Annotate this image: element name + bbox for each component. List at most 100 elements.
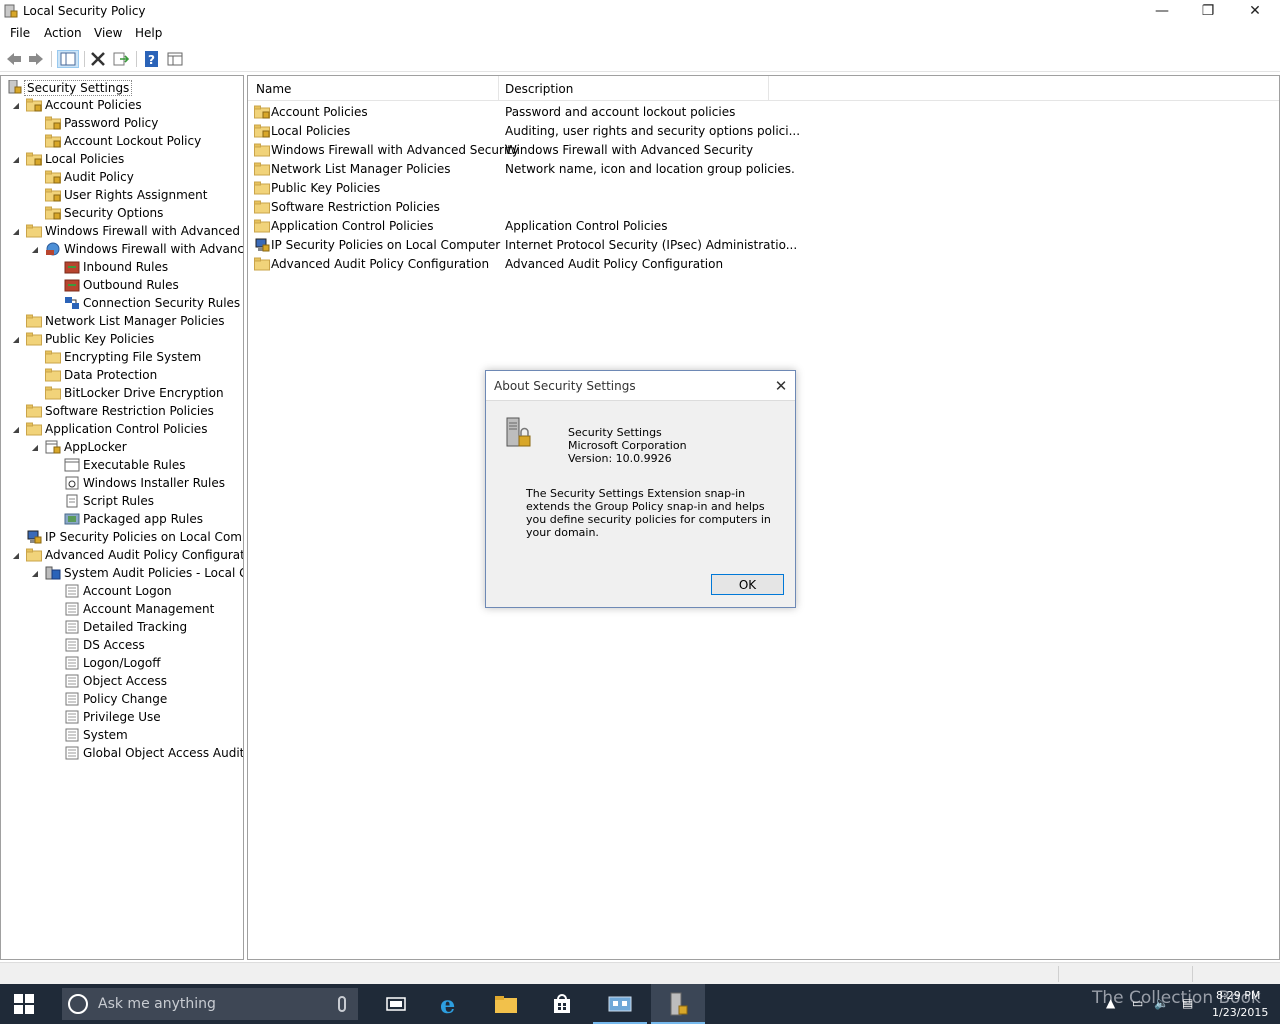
windows-logo-icon: [14, 994, 34, 1014]
tree-item[interactable]: Detailed Tracking: [1, 618, 243, 636]
internet-explorer-icon[interactable]: e: [423, 984, 477, 1024]
ok-button[interactable]: OK: [711, 574, 784, 595]
tree-item[interactable]: ◢ Advanced Audit Policy Configuration: [1, 546, 243, 564]
audit-category-icon: [64, 584, 80, 598]
folder-icon: [254, 181, 270, 195]
tree-item[interactable]: BitLocker Drive Encryption: [1, 384, 243, 402]
list-row[interactable]: Account Policies Password and account loc…: [248, 102, 1279, 121]
list-row[interactable]: Local Policies Auditing, user rights and …: [248, 121, 1279, 140]
tree-item[interactable]: ◢ Public Key Policies: [1, 330, 243, 348]
show-hide-tree-icon[interactable]: [57, 50, 79, 68]
properties-icon[interactable]: [166, 50, 184, 68]
tree-item[interactable]: Script Rules: [1, 492, 243, 510]
maximize-button[interactable]: ❐: [1185, 0, 1231, 22]
tree-item-label: Advanced Audit Policy Configuration: [45, 548, 244, 562]
show-hidden-icons-icon[interactable]: ▲: [1106, 996, 1115, 1010]
search-box[interactable]: Ask me anything: [62, 988, 358, 1020]
column-divider[interactable]: [498, 76, 499, 101]
tree-item[interactable]: ◢ Windows Firewall with Advanced Secu: [1, 222, 243, 240]
menu-file[interactable]: File: [10, 23, 30, 40]
list-row[interactable]: Software Restriction Policies: [248, 197, 1279, 216]
expand-collapse-icon[interactable]: ◢: [11, 100, 21, 110]
back-arrow-icon[interactable]: [5, 50, 23, 68]
column-header-name[interactable]: Name: [256, 82, 291, 96]
network-app-icon[interactable]: [593, 984, 647, 1024]
tree-item[interactable]: Account Logon: [1, 582, 243, 600]
expand-collapse-icon[interactable]: ◢: [30, 244, 40, 254]
tree-item[interactable]: Global Object Access Auditing: [1, 744, 243, 762]
tree-item[interactable]: ◢ AppLocker: [1, 438, 243, 456]
list-row[interactable]: Network List Manager Policies Network nam…: [248, 159, 1279, 178]
expand-collapse-icon[interactable]: ◢: [11, 550, 21, 560]
menu-action[interactable]: Action: [44, 23, 82, 40]
clock-time[interactable]: 8:29 PM: [1216, 989, 1260, 1002]
tree-item[interactable]: Data Protection: [1, 366, 243, 384]
local-security-policy-icon[interactable]: [651, 984, 705, 1024]
tree-item[interactable]: IP Security Policies on Local Compute: [1, 528, 243, 546]
tree-item[interactable]: Windows Installer Rules: [1, 474, 243, 492]
store-icon[interactable]: [535, 984, 589, 1024]
tree-item[interactable]: Encrypting File System: [1, 348, 243, 366]
microphone-icon[interactable]: [338, 996, 346, 1012]
tree-item[interactable]: Executable Rules: [1, 456, 243, 474]
tree-item[interactable]: Packaged app Rules: [1, 510, 243, 528]
tree-item[interactable]: Password Policy: [1, 114, 243, 132]
tree-item[interactable]: ◢ Application Control Policies: [1, 420, 243, 438]
expand-collapse-icon[interactable]: ◢: [11, 424, 21, 434]
column-header-description[interactable]: Description: [505, 82, 573, 96]
expand-collapse-icon[interactable]: ◢: [11, 226, 21, 236]
tree-item[interactable]: Network List Manager Policies: [1, 312, 243, 330]
column-divider[interactable]: [768, 76, 769, 101]
list-row[interactable]: Application Control Policies Application …: [248, 216, 1279, 235]
tree-item[interactable]: Connection Security Rules: [1, 294, 243, 312]
expand-collapse-icon[interactable]: ◢: [11, 334, 21, 344]
tree-item[interactable]: Privilege Use: [1, 708, 243, 726]
tree-item[interactable]: Audit Policy: [1, 168, 243, 186]
tree-item[interactable]: Inbound Rules: [1, 258, 243, 276]
tree-pane[interactable]: Security Settings ◢ Account Policies Passw…: [0, 75, 244, 960]
dialog-close-button[interactable]: ✕: [770, 375, 792, 397]
export-list-icon[interactable]: [112, 50, 130, 68]
tree-item[interactable]: Account Management: [1, 600, 243, 618]
tree-item[interactable]: Security Options: [1, 204, 243, 222]
help-icon[interactable]: ?: [143, 50, 161, 68]
file-explorer-icon[interactable]: [479, 984, 533, 1024]
start-button[interactable]: [0, 984, 48, 1024]
minimize-button[interactable]: —: [1139, 0, 1185, 22]
volume-icon[interactable]: 🔈: [1154, 996, 1169, 1010]
tree-item-label: Account Lockout Policy: [64, 134, 202, 148]
tree-item[interactable]: ◢ Local Policies: [1, 150, 243, 168]
close-button[interactable]: ✕: [1232, 0, 1278, 22]
list-row[interactable]: IP Security Policies on Local Computer In…: [248, 235, 1279, 254]
forward-arrow-icon[interactable]: [27, 50, 45, 68]
list-row[interactable]: Public Key Policies: [248, 178, 1279, 197]
expand-collapse-icon[interactable]: ◢: [30, 442, 40, 452]
tree-item[interactable]: ◢ Windows Firewall with Advanced: [1, 240, 243, 258]
menu-help[interactable]: Help: [135, 23, 162, 40]
list-row[interactable]: Advanced Audit Policy Configuration Advan…: [248, 254, 1279, 273]
tree-item[interactable]: Object Access: [1, 672, 243, 690]
menu-view[interactable]: View: [94, 23, 122, 40]
expand-collapse-icon[interactable]: ◢: [30, 568, 40, 578]
tree-item[interactable]: Logon/Logoff: [1, 654, 243, 672]
expand-collapse-icon[interactable]: ◢: [11, 154, 21, 164]
tree-item[interactable]: Software Restriction Policies: [1, 402, 243, 420]
tree-item[interactable]: ◢ Account Policies: [1, 96, 243, 114]
window-titlebar: Local Security Policy — ❐ ✕: [0, 0, 1280, 22]
tree-item[interactable]: User Rights Assignment: [1, 186, 243, 204]
clock-date[interactable]: 1/23/2015: [1212, 1006, 1268, 1019]
list-row[interactable]: Windows Firewall with Advanced Security W…: [248, 140, 1279, 159]
network-icon[interactable]: ▭: [1132, 996, 1143, 1010]
tree-item[interactable]: ◢ System Audit Policies - Local Grou: [1, 564, 243, 582]
tree-item[interactable]: Account Lockout Policy: [1, 132, 243, 150]
task-view-icon[interactable]: [369, 984, 423, 1024]
tree-item[interactable]: Outbound Rules: [1, 276, 243, 294]
tree-item[interactable]: DS Access: [1, 636, 243, 654]
app-icon: [4, 4, 18, 18]
delete-icon[interactable]: [89, 50, 107, 68]
action-center-icon[interactable]: ▤: [1182, 996, 1193, 1010]
tree-root[interactable]: Security Settings: [1, 78, 241, 96]
tree-item[interactable]: Policy Change: [1, 690, 243, 708]
tree-item-label: Inbound Rules: [83, 260, 169, 274]
tree-item[interactable]: System: [1, 726, 243, 744]
